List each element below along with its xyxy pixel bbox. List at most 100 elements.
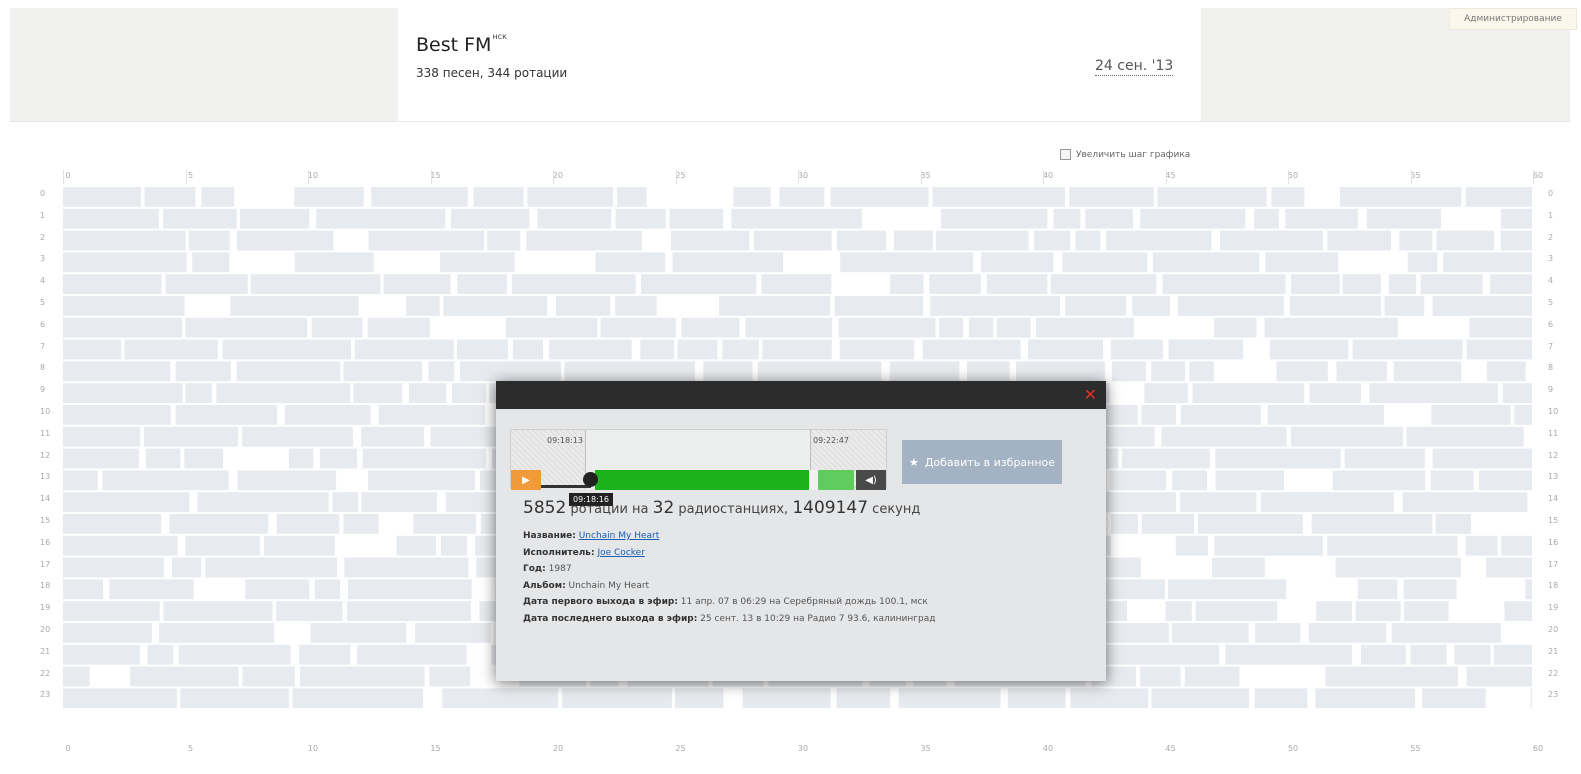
rotation-cell[interactable] [163,208,237,229]
rotation-cell[interactable] [288,448,314,469]
rotation-cell[interactable] [184,448,224,469]
rotation-cell[interactable] [1110,514,1138,534]
rotation-cell[interactable] [428,361,455,382]
rotation-cell[interactable] [343,514,379,534]
rotation-cell[interactable] [1402,492,1528,512]
rotation-cell[interactable] [144,187,196,207]
rotation-cell[interactable] [292,688,424,709]
rotation-cell[interactable] [703,361,753,382]
rotation-cell[interactable] [719,296,830,316]
rotation-cell[interactable] [939,317,963,338]
rotation-cell[interactable] [1393,361,1462,382]
rotation-cell[interactable] [205,557,337,578]
rotation-cell[interactable] [361,492,437,512]
rotation-cell[interactable] [344,557,469,578]
rotation-cell[interactable] [175,405,278,425]
rotation-cell[interactable] [109,579,194,600]
rotation-cell[interactable] [63,187,141,207]
rotation-cell[interactable] [681,317,740,338]
rotation-cell[interactable] [63,579,104,600]
rotation-cell[interactable] [1384,296,1425,316]
rotation-cell[interactable] [192,252,230,273]
rotation-cell[interactable] [236,230,334,251]
rotation-cell[interactable] [677,339,718,360]
rotation-cell[interactable] [311,317,363,338]
rotation-cell[interactable] [936,230,1029,251]
rotation-cell[interactable] [1469,317,1533,338]
rotation-cell[interactable] [63,535,178,556]
rotation-cell[interactable] [314,579,341,600]
rotation-cell[interactable] [1289,296,1381,316]
rotation-cell[interactable] [1422,688,1486,709]
rotation-cell[interactable] [240,208,310,229]
rotation-cell[interactable] [1053,208,1081,229]
rotation-cell[interactable] [1254,208,1279,229]
rotation-cell[interactable] [537,208,612,229]
rotation-cell[interactable] [1410,644,1447,665]
rotation-cell[interactable] [63,274,162,294]
rotation-cell[interactable] [1465,535,1498,556]
volume-button[interactable]: ◀) [856,470,886,490]
rotation-cell[interactable] [178,644,291,665]
artist-link[interactable]: Joe Cocker [597,548,644,558]
rotation-cell[interactable] [63,426,141,447]
rotation-cell[interactable] [562,688,672,709]
rotation-cell[interactable] [898,688,1001,709]
rotation-cell[interactable] [1327,230,1392,251]
rotation-cell[interactable] [1530,688,1532,709]
rotation-cell[interactable] [456,339,508,360]
rotation-cell[interactable] [1466,339,1532,360]
rotation-cell[interactable] [1504,601,1533,621]
rotation-cell[interactable] [671,230,750,251]
rotation-cell[interactable] [1065,296,1126,316]
rotation-cell[interactable] [440,535,467,556]
rotation-cell[interactable] [675,688,724,709]
rotation-cell[interactable] [1369,383,1499,403]
rotation-cell[interactable] [1500,230,1532,251]
rotation-cell[interactable] [163,601,273,621]
rotation-cell[interactable] [294,252,374,273]
rotation-cell[interactable] [564,361,695,382]
rotation-cell[interactable] [840,252,974,273]
rotation-cell[interactable] [731,208,862,229]
rotation-cell[interactable] [63,361,171,382]
rotation-cell[interactable] [889,361,960,382]
rotation-cell[interactable] [159,623,275,643]
rotation-cell[interactable] [63,688,177,709]
rotation-cell[interactable] [996,317,1031,338]
rotation-cell[interactable] [165,274,248,294]
rotation-cell[interactable] [1525,579,1532,600]
rotation-cell[interactable] [834,296,924,316]
rotation-cell[interactable] [63,601,160,621]
rotation-cell[interactable] [1212,557,1265,578]
rotation-cell[interactable] [188,230,230,251]
rotation-cell[interactable] [1175,535,1208,556]
rotation-cell[interactable] [526,230,642,251]
play-button[interactable]: ▶ [511,470,541,490]
rotation-cell[interactable] [890,274,924,294]
rotation-cell[interactable] [276,601,343,621]
rotation-cell[interactable] [615,296,657,316]
rotation-cell[interactable] [722,339,759,360]
rotation-cell[interactable] [1140,666,1181,687]
rotation-cell[interactable] [1265,252,1339,273]
rotation-cell[interactable] [1406,426,1524,447]
rotation-cell[interactable] [762,339,832,360]
zoom-toggle[interactable]: Увеличить шаг графика [1060,149,1190,160]
rotation-cell[interactable] [197,492,329,512]
rotation-cell[interactable] [130,666,239,687]
rotation-cell[interactable] [1178,296,1284,316]
rotation-cell[interactable] [1111,361,1146,382]
rotation-cell[interactable] [779,187,825,207]
close-icon[interactable]: ✕ [1084,385,1097,404]
rotation-cell[interactable] [1161,426,1287,447]
rotation-cell[interactable] [1502,383,1532,403]
rotation-cell[interactable] [1501,208,1532,229]
rotation-cell[interactable] [316,208,446,229]
rotation-cell[interactable] [63,492,190,512]
rotation-cell[interactable] [1486,361,1526,382]
rotation-cell[interactable] [1336,361,1387,382]
rotation-cell[interactable] [361,426,425,447]
rotation-cell[interactable] [299,644,351,665]
rotation-cell[interactable] [1269,339,1349,360]
